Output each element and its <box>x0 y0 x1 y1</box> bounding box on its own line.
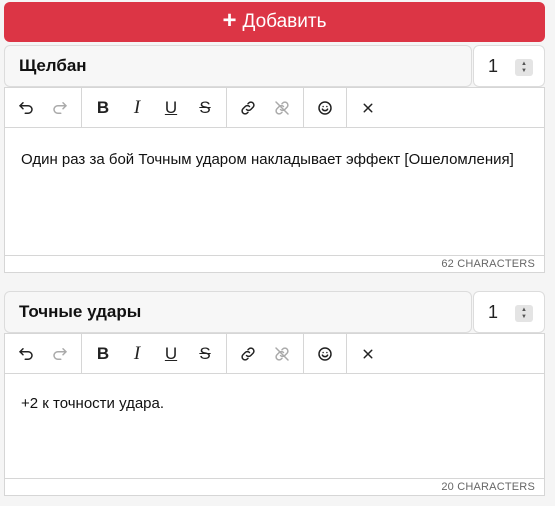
add-button-label: Добавить <box>242 11 327 32</box>
stepper-down-icon[interactable]: ▼ <box>521 314 527 321</box>
history-group <box>5 88 82 127</box>
link-group <box>227 88 304 127</box>
stepper-down-icon[interactable]: ▼ <box>521 68 527 75</box>
emoji-icon[interactable] <box>308 89 342 127</box>
italic-icon[interactable]: I <box>120 335 154 373</box>
emoji-icon[interactable] <box>308 335 342 373</box>
editor-toolbar: B I U S <box>5 334 544 374</box>
italic-icon[interactable]: I <box>120 89 154 127</box>
clear-group <box>347 334 389 373</box>
quantity-stepper[interactable]: ▲ ▼ <box>515 305 533 322</box>
undo-icon[interactable] <box>9 335 43 373</box>
unlink-icon[interactable] <box>265 335 299 373</box>
quantity-input[interactable]: 1 ▲ ▼ <box>473 45 545 87</box>
add-button[interactable]: + Добавить <box>4 2 545 42</box>
char-count: 20 CHARACTERS <box>5 478 544 495</box>
redo-icon[interactable] <box>43 335 77 373</box>
unlink-icon[interactable] <box>265 89 299 127</box>
quantity-value: 1 <box>488 55 499 76</box>
redo-icon[interactable] <box>43 89 77 127</box>
stepper-up-icon[interactable]: ▲ <box>521 61 527 68</box>
format-group: B I U S <box>82 334 227 373</box>
clear-icon[interactable] <box>351 335 385 373</box>
link-icon[interactable] <box>231 89 265 127</box>
underline-icon[interactable]: U <box>154 89 188 127</box>
bold-icon[interactable]: B <box>86 335 120 373</box>
name-input[interactable]: Точные удары <box>4 291 472 333</box>
quantity-input[interactable]: 1 ▲ ▼ <box>473 291 545 333</box>
rich-text-editor: B I U S <box>4 87 545 273</box>
plus-icon: + <box>222 7 237 34</box>
quantity-stepper[interactable]: ▲ ▼ <box>515 59 533 76</box>
bold-icon[interactable]: B <box>86 89 120 127</box>
history-group <box>5 334 82 373</box>
rich-text-editor: B I U S <box>4 333 545 496</box>
name-row: Щелбан 1 ▲ ▼ <box>4 45 545 87</box>
char-count: 62 CHARACTERS <box>5 255 544 272</box>
undo-icon[interactable] <box>9 89 43 127</box>
format-group: B I U S <box>82 88 227 127</box>
name-row: Точные удары 1 ▲ ▼ <box>4 291 545 333</box>
emoji-group <box>304 88 347 127</box>
underline-icon[interactable]: U <box>154 335 188 373</box>
stepper-up-icon[interactable]: ▲ <box>521 307 527 314</box>
ability-card: Щелбан 1 ▲ ▼ B I U S Один раз за бой Точ… <box>4 45 545 273</box>
strikethrough-icon[interactable]: S <box>188 335 222 373</box>
strikethrough-icon[interactable]: S <box>188 89 222 127</box>
emoji-group <box>304 334 347 373</box>
quantity-value: 1 <box>488 301 499 322</box>
link-group <box>227 334 304 373</box>
link-icon[interactable] <box>231 335 265 373</box>
editor-content[interactable]: +2 к точности удара. <box>5 374 544 478</box>
editor-toolbar: B I U S <box>5 88 544 128</box>
name-input[interactable]: Щелбан <box>4 45 472 87</box>
ability-card: Точные удары 1 ▲ ▼ B I U S +2 к точности… <box>4 291 545 496</box>
editor-content[interactable]: Один раз за бой Точным ударом накладывае… <box>5 128 544 255</box>
clear-icon[interactable] <box>351 89 385 127</box>
clear-group <box>347 88 389 127</box>
